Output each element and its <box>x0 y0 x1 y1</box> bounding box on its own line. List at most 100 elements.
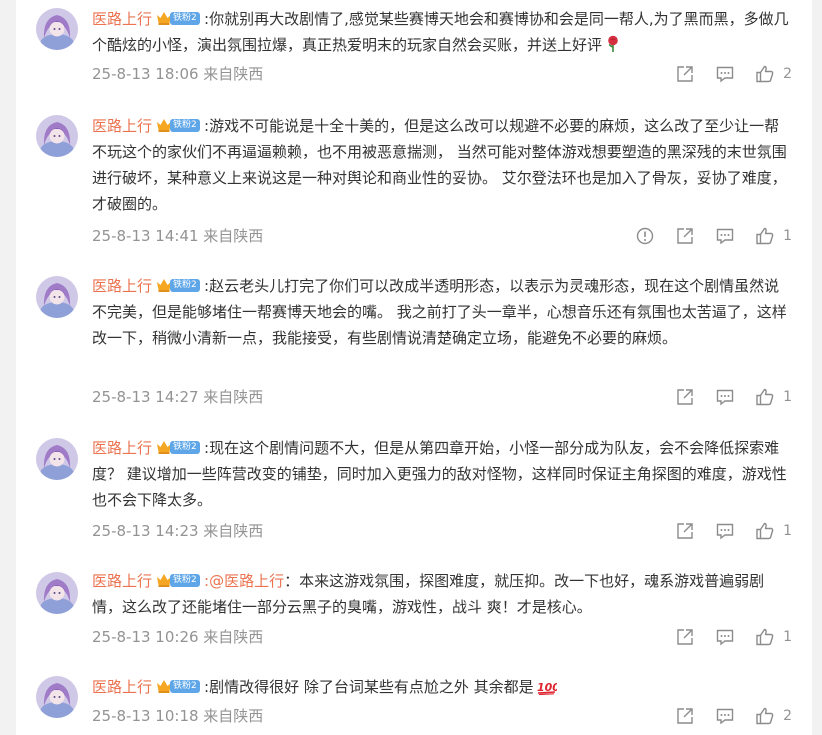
comment-icon <box>716 66 734 83</box>
comment-item: 医路上行 铁粉2:@医路上行：本来这游戏氛围，探图难度，就压抑。改一下也好，魂系游… <box>16 564 812 656</box>
like-count: 1 <box>783 389 792 405</box>
fan-badge[interactable]: 铁粉2 <box>156 277 202 293</box>
fan-badge[interactable]: 铁粉2 <box>156 117 202 133</box>
comment-list: 医路上行 铁粉2:你就别再大改剧情了,感觉某些赛博天地会和赛博协和会是同一帮人,为… <box>16 0 812 735</box>
share-button[interactable] <box>675 706 695 726</box>
avatar-image <box>36 276 78 318</box>
thumbs-up-icon <box>756 227 774 245</box>
comment-item: 医路上行 铁粉2:赵云老头儿打完了你们可以改成半透明形态，以表示为灵魂形态，现在这… <box>16 268 812 413</box>
share-button[interactable] <box>675 64 695 84</box>
comment-icon <box>716 523 734 540</box>
reply-button[interactable] <box>715 226 735 246</box>
comment-content: 医路上行 铁粉2:赵云老头儿打完了你们可以改成半透明形态，以表示为灵魂形态，现在这… <box>92 273 792 351</box>
fan-badge-label: 铁粉2 <box>170 279 200 292</box>
comment-meta: 25-8-13 14:23 来自陕西 1 <box>92 519 792 543</box>
share-icon <box>677 389 693 405</box>
reply-button[interactable] <box>715 387 735 407</box>
report-button[interactable] <box>635 226 655 246</box>
share-icon <box>677 523 693 539</box>
comment-item: 医路上行 铁粉2:游戏不可能说是十全十美的，但是这么改可以规避不必要的麻烦，这么改… <box>16 107 812 252</box>
comment-meta: 25-8-13 14:27 来自陕西 1 <box>92 385 792 409</box>
share-button[interactable] <box>675 387 695 407</box>
fan-badge-label: 铁粉2 <box>170 119 200 132</box>
action-bar: 1 <box>655 519 792 543</box>
avatar[interactable] <box>36 8 78 50</box>
like-button[interactable]: 1 <box>755 521 792 541</box>
username-link[interactable]: 医路上行 <box>92 117 152 135</box>
action-bar: 1 <box>655 625 792 649</box>
like-button[interactable]: 1 <box>755 387 792 407</box>
action-bar: 2 <box>655 704 792 728</box>
reply-button[interactable] <box>715 706 735 726</box>
avatar-image <box>36 676 78 718</box>
avatar[interactable] <box>36 572 78 614</box>
comment-meta: 25-8-13 14:41 来自陕西 1 <box>92 224 792 248</box>
comment-meta: 25-8-13 10:18 来自陕西 2 <box>92 704 792 728</box>
share-button[interactable] <box>675 226 695 246</box>
avatar[interactable] <box>36 676 78 718</box>
avatar-image <box>36 572 78 614</box>
avatar[interactable] <box>36 115 78 157</box>
comment-time: 25-8-13 14:41 来自陕西 <box>92 227 264 245</box>
action-bar: 1 <box>615 224 792 248</box>
comment-item: 医路上行 铁粉2:剧情改得很好 除了台词某些有点尬之外 其余都是100 25-8-… <box>16 668 812 735</box>
avatar[interactable] <box>36 276 78 318</box>
reply-button[interactable] <box>715 64 735 84</box>
avatar-image <box>36 115 78 157</box>
reply-button[interactable] <box>715 521 735 541</box>
fan-badge[interactable]: 铁粉2 <box>156 10 202 26</box>
username-link[interactable]: 医路上行 <box>92 277 152 295</box>
fan-badge-label: 铁粉2 <box>170 574 200 587</box>
comment-time: 25-8-13 10:18 来自陕西 <box>92 707 264 725</box>
fan-badge[interactable]: 铁粉2 <box>156 678 202 694</box>
like-button[interactable]: 1 <box>755 627 792 647</box>
fan-badge-label: 铁粉2 <box>170 680 200 693</box>
thumbs-up-icon <box>756 65 774 83</box>
mention-link[interactable]: :@医路上行 <box>204 572 284 590</box>
comment-content: 医路上行 铁粉2:@医路上行：本来这游戏氛围，探图难度，就压抑。改一下也好，魂系游… <box>92 568 792 620</box>
avatar[interactable] <box>36 438 78 480</box>
share-icon <box>677 66 693 82</box>
comment-time: 25-8-13 10:26 来自陕西 <box>92 628 264 646</box>
avatar-image <box>36 438 78 480</box>
like-count: 2 <box>783 66 792 82</box>
comment-item: 医路上行 铁粉2:你就别再大改剧情了,感觉某些赛博天地会和赛博协和会是同一帮人,为… <box>16 0 812 90</box>
comment-content: 医路上行 铁粉2:现在这个剧情问题不大，但是从第四章开始，小怪一部分成为队友，会不… <box>92 435 792 513</box>
like-count: 1 <box>783 523 792 539</box>
username-link[interactable]: 医路上行 <box>92 439 152 457</box>
share-button[interactable] <box>675 627 695 647</box>
reply-button[interactable] <box>715 627 735 647</box>
comment-content: 医路上行 铁粉2:你就别再大改剧情了,感觉某些赛博天地会和赛博协和会是同一帮人,为… <box>92 6 792 61</box>
avatar-image <box>36 8 78 50</box>
fan-badge[interactable]: 铁粉2 <box>156 572 202 588</box>
thumbs-up-icon <box>756 707 774 725</box>
share-icon <box>677 708 693 724</box>
comment-meta: 25-8-13 18:06 来自陕西 2 <box>92 62 792 86</box>
comment-time: 25-8-13 18:06 来自陕西 <box>92 65 264 83</box>
rose-emoji-icon <box>605 35 621 61</box>
username-link[interactable]: 医路上行 <box>92 678 152 696</box>
fan-badge-label: 铁粉2 <box>170 441 200 454</box>
thumbs-up-icon <box>756 628 774 646</box>
warning-icon <box>636 227 654 245</box>
share-button[interactable] <box>675 521 695 541</box>
thumbs-up-icon <box>756 388 774 406</box>
thumbs-up-icon <box>756 522 774 540</box>
action-bar: 2 <box>655 62 792 86</box>
username-link[interactable]: 医路上行 <box>92 572 152 590</box>
comment-icon <box>716 389 734 406</box>
comment-icon <box>716 228 734 245</box>
like-button[interactable]: 2 <box>755 64 792 84</box>
like-count: 2 <box>783 708 792 724</box>
comment-text: :剧情改得很好 除了台词某些有点尬之外 其余都是 <box>204 678 534 696</box>
comment-time: 25-8-13 14:23 来自陕西 <box>92 522 264 540</box>
comment-time: 25-8-13 14:27 来自陕西 <box>92 388 264 406</box>
like-button[interactable]: 2 <box>755 706 792 726</box>
fan-badge-label: 铁粉2 <box>170 12 200 25</box>
username-link[interactable]: 医路上行 <box>92 10 152 28</box>
fan-badge[interactable]: 铁粉2 <box>156 439 202 455</box>
like-button[interactable]: 1 <box>755 226 792 246</box>
comment-meta: 25-8-13 10:26 来自陕西 1 <box>92 625 792 649</box>
comment-icon <box>716 708 734 725</box>
comment-icon <box>716 629 734 646</box>
